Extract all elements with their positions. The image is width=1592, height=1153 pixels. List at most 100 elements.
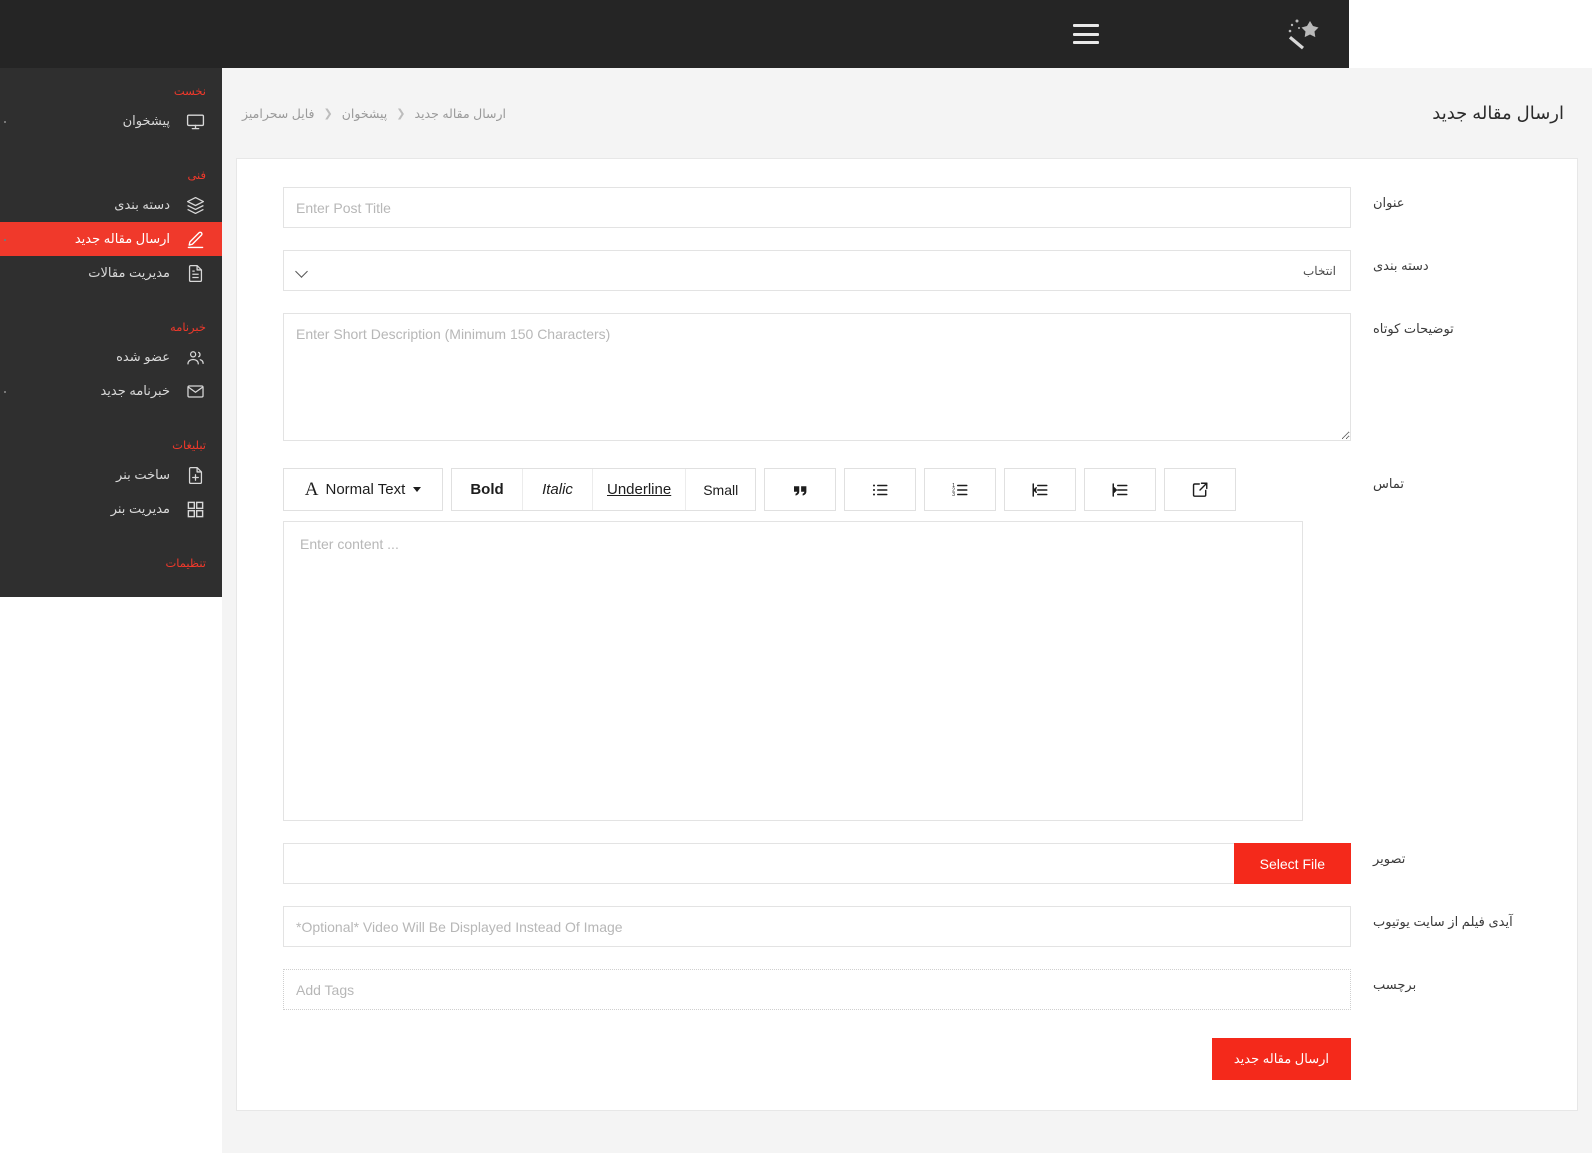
sidebar-item-label: عضو شده [116,349,170,364]
sidebar-item-label: خبرنامه جدید [100,383,170,398]
sidebar-edge-dot [4,121,6,123]
blockquote-icon [791,481,809,499]
envelope-icon [184,380,206,402]
brand-logo[interactable] [1127,0,1349,68]
select-file-button[interactable]: Select File [1233,843,1351,884]
chevron-down-icon [413,487,422,492]
sidebar-item-label: ارسال مقاله جدید [74,231,170,246]
sidebar-edge-dot [4,239,6,241]
toolbar-group-format: Bold Italic Underline Small [451,468,757,511]
file-plus-icon [184,464,206,486]
sidebar: نخست پیشخوان فنی دسته بندی ارسال مقاله ج… [0,68,222,597]
sidebar-item-label: پیشخوان [122,113,170,128]
main-content: ارسال مقاله جدید ارسال مقاله جدید ❮ پیشخ… [222,68,1592,1153]
category-select[interactable]: انتخاب [283,250,1351,291]
unordered-list-icon [871,481,889,499]
font-style-a-icon: A [304,478,319,500]
page-header: ارسال مقاله جدید ارسال مقاله جدید ❮ پیشخ… [222,68,1592,158]
bold-button[interactable]: Bold [452,469,522,510]
svg-text:3: 3 [952,492,955,498]
sidebar-edge-dot [4,391,6,393]
indent-button[interactable] [1085,469,1156,510]
sidebar-item-new-newsletter[interactable]: خبرنامه جدید [0,374,222,408]
submit-post-button[interactable]: ارسال مقاله جدید [1211,1038,1351,1080]
toolbar-group-indent [1084,468,1157,511]
content-editor[interactable]: Enter content ... [283,521,1303,821]
sidebar-item-manage-posts[interactable]: مدیریت مقالات [0,256,222,290]
small-button[interactable]: Small [685,469,756,510]
text-style-dropdown[interactable]: A Normal Text [284,469,442,510]
sidebar-item-label: مدیریت مقالات [88,265,170,280]
underline-button[interactable]: Underline [592,469,686,510]
form-row-content: تماس A Normal Text Bold Italic Underline [237,468,1577,821]
hamburger-menu-icon[interactable] [1073,24,1099,44]
breadcrumb-item-root[interactable]: فایل سحرامیز [242,106,314,121]
label-video: آیدی فیلم از سایت یوتیوب [1373,914,1513,929]
tags-input[interactable] [283,969,1351,1010]
breadcrumb-separator-icon: ❮ [396,107,406,120]
layers-icon [184,194,206,216]
magic-wand-icon [1283,12,1327,56]
breadcrumb-separator-icon: ❮ [323,107,333,120]
external-link-icon [1191,481,1209,499]
blockquote-button[interactable] [765,469,836,510]
ordered-list-icon: 123 [951,481,969,499]
youtube-video-id-input[interactable] [283,906,1351,947]
form-row-title: عنوان [237,187,1577,228]
label-short-description: توضیحات کوتاه [1373,321,1454,336]
sidebar-item-manage-banner[interactable]: مدیریت بنر [0,492,222,526]
outdent-button[interactable] [1005,469,1076,510]
label-category: دسته بندی [1373,258,1429,273]
toolbar-group-lists [844,468,917,511]
form-row-submit: ارسال مقاله جدید [237,1032,1577,1110]
breadcrumb-item-current: ارسال مقاله جدید [414,106,507,121]
file-name-field[interactable] [283,843,1234,884]
indent-icon [1111,481,1129,499]
italic-button[interactable]: Italic [522,469,592,510]
form-row-category: دسته بندی انتخاب [237,250,1577,291]
dashboard-monitor-icon [184,110,206,132]
insert-link-button[interactable] [1165,469,1236,510]
sidebar-item-label: ساخت بنر [116,467,170,482]
sidebar-item-subscribers[interactable]: عضو شده [0,340,222,374]
text-style-label: Normal Text [325,481,406,498]
form-row-video: آیدی فیلم از سایت یوتیوب [237,906,1577,947]
sidebar-item-new-post[interactable]: ارسال مقاله جدید [0,222,222,256]
form-row-image: تصویر Select File [237,843,1577,884]
form-row-short-description: توضیحات کوتاه [237,313,1577,446]
post-title-input[interactable] [283,187,1351,228]
toolbar-group-link [1164,468,1237,511]
breadcrumb-item-dashboard[interactable]: پیشخوان [342,106,388,121]
document-icon [184,262,206,284]
label-tags: برچسب [1373,977,1417,992]
sidebar-item-categories[interactable]: دسته بندی [0,188,222,222]
sidebar-section-header: خبرنامه [170,322,206,334]
sidebar-item-label: مدیریت بنر [110,501,170,516]
toolbar-group-quote [764,468,837,511]
label-content: تماس [1373,476,1404,491]
sidebar-section-header: فنی [187,170,206,182]
top-bar [0,0,1349,68]
label-title: عنوان [1373,195,1405,210]
sidebar-section-header: تبلیغات [172,440,206,452]
toolbar-group-numbered: 123 [924,468,997,511]
file-upload-row: Select File [283,843,1351,884]
outdent-icon [1031,481,1049,499]
sidebar-item-create-banner[interactable]: ساخت بنر [0,458,222,492]
numbered-list-button[interactable]: 123 [925,469,996,510]
toolbar-group-style: A Normal Text [283,468,443,511]
breadcrumb: ارسال مقاله جدید ❮ پیشخوان ❮ فایل سحرامی… [242,106,506,121]
sidebar-item-dashboard[interactable]: پیشخوان [0,104,222,138]
users-icon [184,346,206,368]
form-row-tags: برچسب [237,969,1577,1010]
short-description-textarea[interactable] [283,313,1351,441]
toolbar-group-outdent [1004,468,1077,511]
bullet-list-button[interactable] [845,469,916,510]
editor-toolbar: A Normal Text Bold Italic Underline Smal… [283,468,1351,511]
submit-spacer [1351,1038,1551,1080]
sidebar-item-label: دسته بندی [114,197,170,212]
